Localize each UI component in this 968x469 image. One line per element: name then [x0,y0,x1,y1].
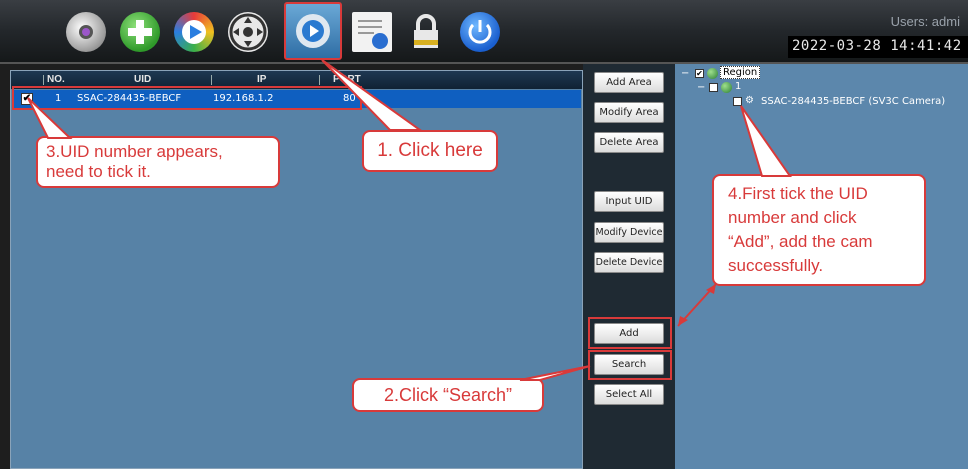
annotation-pointers [27,59,792,381]
step1-pointer [321,59,424,131]
step2-pointer [519,365,591,381]
step4-pointer [740,105,792,177]
step3-pointer [27,97,73,139]
